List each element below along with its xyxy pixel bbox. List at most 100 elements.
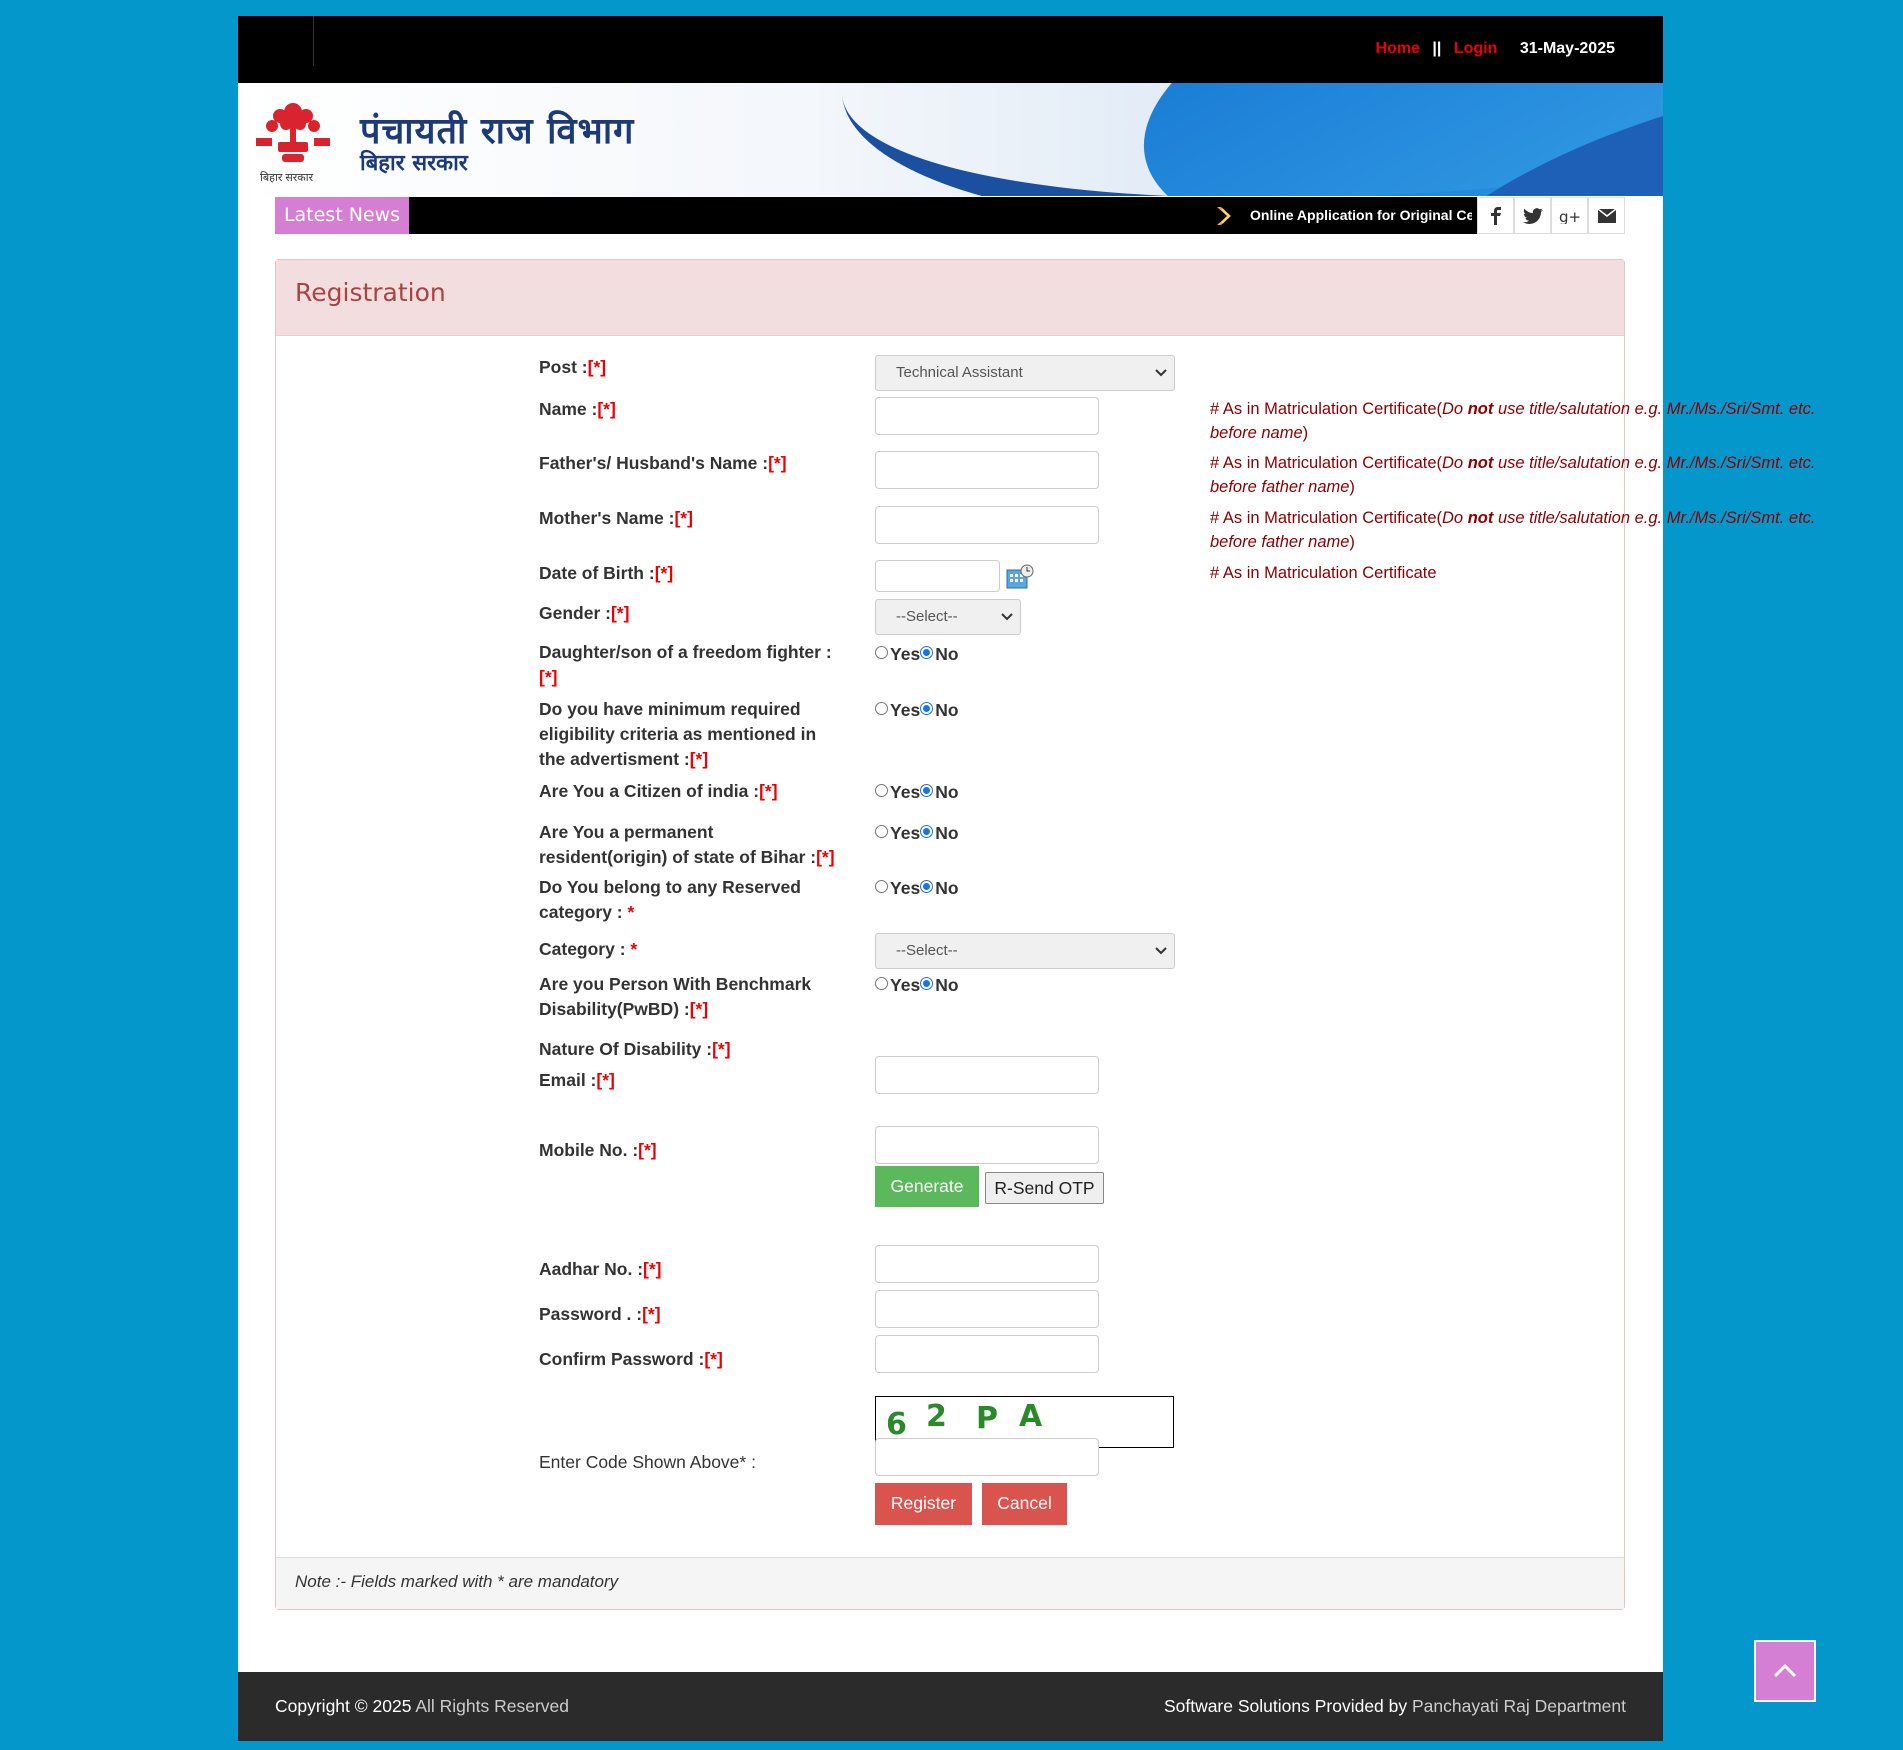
aadhar-input[interactable] xyxy=(875,1245,1099,1283)
captcha-char: A xyxy=(1019,1399,1043,1434)
twitter-icon[interactable] xyxy=(1514,197,1551,234)
radio-yes[interactable] xyxy=(875,977,888,990)
label-text: Father's/ Husband's Name : xyxy=(539,453,769,473)
page-wrapper: Home || Login 31-May-2025 बिहार सरकार पं… xyxy=(238,16,1816,1741)
required-marker: [*] xyxy=(759,781,778,801)
label-text: Aadhar No. : xyxy=(539,1259,644,1279)
credit-link[interactable]: Panchayati Raj Department xyxy=(1412,1696,1626,1716)
copyright-strong: Copyright © 2025 xyxy=(275,1696,412,1716)
radio-label: Yes xyxy=(890,975,921,995)
required-marker: [*] xyxy=(610,603,630,623)
label-text: Gender : xyxy=(539,603,611,623)
mail-icon[interactable] xyxy=(1588,197,1625,234)
radio-yes[interactable] xyxy=(875,784,888,797)
resend-otp-button[interactable]: R-Send OTP xyxy=(985,1172,1104,1204)
radio-label: Yes xyxy=(890,782,921,802)
radio-label: No xyxy=(935,975,959,995)
radio-no[interactable] xyxy=(920,977,934,990)
radio-yes[interactable] xyxy=(875,702,888,715)
radio-yes[interactable] xyxy=(875,646,888,659)
select-value: --Select-- xyxy=(896,942,958,959)
name-hint: # As in Matriculation Certificate(Do not… xyxy=(1210,397,1830,445)
radio-no[interactable] xyxy=(920,784,934,797)
gender-label: Gender :[*] xyxy=(539,601,839,626)
label-text: Do you have minimum required eligibility… xyxy=(539,699,817,769)
confirm-password-input[interactable] xyxy=(875,1335,1099,1373)
hint-text: ) xyxy=(1349,533,1355,551)
disability-label: Nature Of Disability :[*] xyxy=(539,1037,839,1062)
required-marker: * xyxy=(630,939,638,959)
radio-yes[interactable] xyxy=(875,825,888,838)
label-text: Email : xyxy=(539,1070,597,1090)
chevron-down-icon xyxy=(1001,613,1013,621)
citizen-label: Are You a Citizen of india :[*] xyxy=(539,779,839,804)
email-input[interactable] xyxy=(875,1056,1099,1094)
father-name-hint: # As in Matriculation Certificate(Do not… xyxy=(1210,451,1830,499)
header-banner: बिहार सरकार पंचायती राज विभाग बिहार सरका… xyxy=(238,83,1663,196)
radio-no[interactable] xyxy=(920,825,934,838)
link-separator: || xyxy=(1432,40,1442,57)
label-text: Are You a Citizen of india : xyxy=(539,781,760,801)
gender-select[interactable]: --Select-- xyxy=(875,599,1021,635)
radio-no[interactable] xyxy=(920,646,934,659)
post-select[interactable]: Technical Assistant xyxy=(875,355,1175,391)
calendar-icon[interactable] xyxy=(1006,564,1034,590)
radio-label: No xyxy=(935,644,959,664)
chevron-up-icon xyxy=(1773,1663,1797,1678)
pwbd-label: Are you Person With Benchmark Disability… xyxy=(539,972,839,1022)
facebook-icon[interactable] xyxy=(1477,197,1514,234)
captcha-code-label: Enter Code Shown Above* : xyxy=(539,1452,756,1472)
label-text: Name : xyxy=(539,399,598,419)
login-link[interactable]: Login xyxy=(1454,40,1498,57)
label-text: Mother's Name : xyxy=(539,508,675,528)
hint-text: Do xyxy=(1442,509,1468,527)
top-links: Home || Login 31-May-2025 xyxy=(1376,40,1615,58)
name-label: Name :[*] xyxy=(539,397,839,422)
confirm-password-label: Confirm Password :[*] xyxy=(539,1347,839,1372)
select-value: --Select-- xyxy=(896,608,958,625)
resident-radios: Yes No xyxy=(875,823,959,844)
name-input[interactable] xyxy=(875,397,1099,435)
radio-yes[interactable] xyxy=(875,880,888,893)
label-text: Mobile No. : xyxy=(539,1140,639,1160)
radio-no[interactable] xyxy=(920,880,934,893)
chevron-right-icon xyxy=(1217,207,1231,225)
topbar-divider xyxy=(313,16,314,66)
father-name-input[interactable] xyxy=(875,451,1099,489)
register-button[interactable]: Register xyxy=(875,1483,972,1525)
news-ticker[interactable]: Online Application for Original Certific… xyxy=(1250,197,1472,234)
required-marker: [*] xyxy=(689,749,709,769)
captcha-code-input[interactable] xyxy=(875,1438,1099,1476)
radio-label: No xyxy=(935,700,959,720)
home-link[interactable]: Home xyxy=(1376,40,1420,57)
required-marker: [*] xyxy=(638,1140,657,1160)
eligibility-label: Do you have minimum required eligibility… xyxy=(539,697,839,772)
freedom-fighter-radios: Yes No xyxy=(875,644,959,665)
label-text: Password . : xyxy=(539,1304,643,1324)
required-marker: [*] xyxy=(596,1070,615,1090)
credit-text: Software Solutions Provided by Panchayat… xyxy=(1164,1696,1626,1717)
dob-input[interactable] xyxy=(875,560,1000,592)
required-marker: * xyxy=(627,902,635,922)
password-input[interactable] xyxy=(875,1290,1099,1328)
mother-name-input[interactable] xyxy=(875,506,1099,544)
mother-name-hint: # As in Matriculation Certificate(Do not… xyxy=(1210,506,1830,554)
label-text: Nature Of Disability : xyxy=(539,1039,713,1059)
father-name-label: Father's/ Husband's Name :[*] xyxy=(539,451,839,476)
category-select[interactable]: --Select-- xyxy=(875,933,1175,969)
radio-no[interactable] xyxy=(920,702,934,715)
hint-text: not xyxy=(1467,454,1494,472)
generate-otp-button[interactable]: Generate xyxy=(875,1166,979,1207)
scroll-to-top-button[interactable] xyxy=(1754,1640,1816,1702)
mobile-input[interactable] xyxy=(875,1126,1099,1164)
chevron-down-icon xyxy=(1155,369,1167,377)
select-value: Technical Assistant xyxy=(896,364,1023,381)
cancel-button[interactable]: Cancel xyxy=(982,1483,1067,1525)
reserved-label: Do You belong to any Reserved category :… xyxy=(539,875,839,925)
google-plus-icon[interactable]: g+ xyxy=(1551,197,1588,234)
eligibility-radios: Yes No xyxy=(875,700,959,721)
svg-text:g+: g+ xyxy=(1559,208,1581,224)
captcha-char: P xyxy=(976,1401,998,1436)
radio-label: Yes xyxy=(890,700,921,720)
freedom-fighter-label: Daughter/son of a freedom fighter : [*] xyxy=(539,640,849,690)
